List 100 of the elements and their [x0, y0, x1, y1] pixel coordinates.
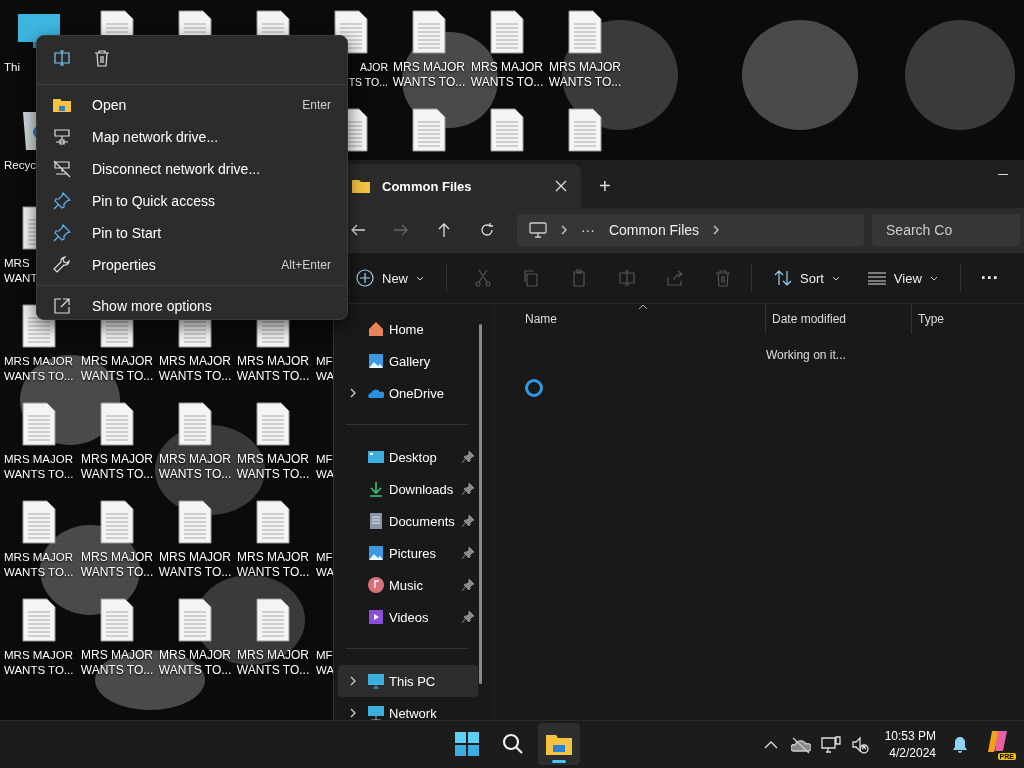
chevron-down-icon — [416, 275, 424, 281]
speaker-muted-icon[interactable] — [850, 735, 871, 754]
document-icon[interactable] — [568, 10, 602, 54]
clock[interactable]: 10:53 PM 4/2/2024 — [884, 727, 936, 762]
breadcrumb[interactable]: Common Files — [608, 222, 700, 238]
minimize-icon[interactable] — [998, 174, 1008, 176]
file-name: MRS MAJOR WANTS TO... — [236, 648, 310, 678]
sidebar-item[interactable]: Videos — [338, 601, 478, 633]
file-name: Thi — [3, 60, 20, 75]
document-icon[interactable] — [22, 402, 56, 446]
network-drive-icon — [53, 128, 71, 146]
search-icon — [502, 733, 524, 755]
folder-icon — [352, 179, 370, 193]
computer-icon — [368, 673, 384, 689]
document-icon[interactable] — [490, 10, 524, 54]
file-name: MRS MAJOR WANTS TO... — [158, 648, 232, 678]
document-icon[interactable] — [256, 500, 290, 544]
sidebar-item[interactable]: This PC — [338, 665, 478, 697]
file-name: MRS MAJOR WANTS TO... — [158, 354, 232, 384]
pin-icon — [53, 192, 71, 210]
list-icon — [867, 271, 886, 285]
disconnect-drive-icon — [53, 160, 71, 178]
menu-item[interactable]: Pin to Start — [41, 217, 343, 249]
document-icon[interactable] — [178, 500, 212, 544]
file-name: MRS MAJOR WANTS TO... — [3, 648, 74, 678]
file-name: MF WA — [315, 648, 335, 678]
file-name: MRS MAJOR WANTS TO... — [80, 648, 154, 678]
document-icon[interactable] — [100, 402, 134, 446]
sort-button[interactable]: Sort — [764, 263, 850, 293]
file-explorer-button[interactable] — [538, 723, 580, 765]
close-icon[interactable] — [555, 180, 567, 192]
document-icon[interactable] — [22, 598, 56, 642]
windows-grid-icon — [455, 732, 479, 756]
document-icon[interactable] — [22, 500, 56, 544]
gallery-icon — [368, 353, 384, 369]
document-icon[interactable] — [490, 108, 524, 152]
chevron-down-icon — [831, 275, 840, 281]
folder-icon — [53, 96, 71, 114]
search-field[interactable]: Search Co — [872, 214, 1021, 246]
new-button[interactable]: New — [346, 263, 434, 293]
file-name: MRS MAJOR WANTS TO... — [80, 354, 154, 384]
column-header[interactable]: Date modified — [765, 304, 911, 334]
file-name: MRS MAJOR WANTS TO... — [548, 60, 622, 90]
file-name: MRS MAJOR WANTS TO... — [236, 354, 310, 384]
chevron-down-icon — [929, 275, 938, 281]
download-icon — [368, 481, 384, 497]
sidebar-item[interactable]: Gallery — [338, 345, 478, 377]
document-icon[interactable] — [256, 598, 290, 642]
sidebar-item[interactable]: OneDrive — [338, 377, 478, 409]
file-name: MRS MAJOR WANTS TO... — [236, 550, 310, 580]
arrow-right-icon — [392, 222, 409, 238]
new-tab-button[interactable]: + — [595, 175, 615, 198]
desktop-icon — [368, 449, 384, 465]
file-name: MRS WANT — [3, 256, 38, 286]
file-name: MF WA — [315, 550, 335, 580]
cloud-off-icon[interactable] — [790, 735, 811, 754]
chevron-icon — [713, 225, 720, 235]
file-name: MRS MAJOR WANTS TO... — [236, 452, 310, 482]
chevron-icon[interactable] — [350, 676, 356, 686]
menu-item[interactable]: Map network drive... — [41, 121, 343, 153]
sidebar-item[interactable]: Desktop — [338, 441, 478, 473]
document-icon[interactable] — [412, 10, 446, 54]
column-header[interactable]: Type — [911, 304, 1011, 334]
document-icon[interactable] — [178, 402, 212, 446]
computer-icon — [528, 222, 547, 238]
view-button[interactable]: View — [857, 264, 948, 292]
network-icon — [368, 705, 384, 720]
address-bar[interactable]: ··· Common Files — [516, 214, 865, 246]
document-icon[interactable] — [412, 108, 446, 152]
wrench-icon — [53, 256, 71, 274]
menu-item[interactable]: Properties Alt+Enter — [41, 249, 343, 281]
sidebar-item[interactable]: Documents — [338, 505, 478, 537]
arrow-left-icon — [349, 222, 366, 238]
sidebar-item[interactable]: Network — [338, 697, 478, 720]
sidebar-item[interactable]: Music — [338, 569, 478, 601]
overflow-crumb[interactable]: ··· — [580, 222, 595, 238]
file-name: MRS MAJOR WANTS TO... — [3, 452, 74, 482]
file-name: MRS MAJOR WANTS TO... — [158, 550, 232, 580]
file-name: MRS MAJOR WANTS TO... — [470, 60, 544, 90]
file-name: AJOR TS TO... — [348, 60, 389, 90]
chevron-icon[interactable] — [350, 388, 356, 398]
home-icon — [368, 321, 384, 337]
sidebar-item[interactable]: Pictures — [338, 537, 478, 569]
document-icon[interactable] — [568, 108, 602, 152]
file-name: Recyc — [3, 158, 36, 173]
document-icon[interactable] — [100, 598, 134, 642]
network-icon[interactable] — [820, 735, 841, 754]
bell-icon[interactable] — [952, 735, 968, 754]
menu-item[interactable]: Open Enter — [41, 89, 343, 121]
column-header[interactable]: Name — [495, 304, 765, 334]
music-icon — [368, 577, 384, 593]
sidebar-item[interactable]: Downloads — [338, 473, 478, 505]
picture-icon — [368, 545, 384, 561]
rename-icon[interactable] — [53, 49, 71, 67]
document-icon[interactable] — [100, 500, 134, 544]
more-button[interactable]: ··· — [972, 263, 1007, 293]
file-name: MRS MAJOR WANTS TO... — [80, 452, 154, 482]
chevron-icon[interactable] — [350, 708, 356, 718]
document-icon[interactable] — [256, 402, 290, 446]
document-icon[interactable] — [178, 598, 212, 642]
